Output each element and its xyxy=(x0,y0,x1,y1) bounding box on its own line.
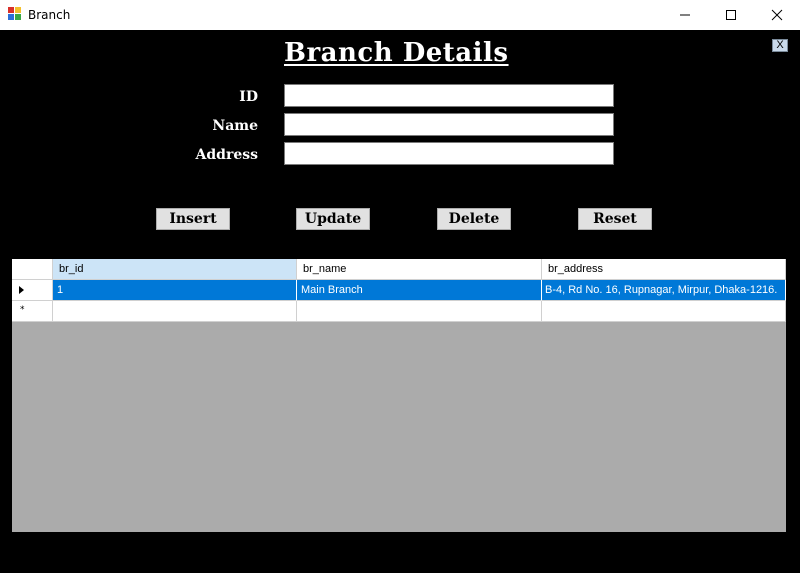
update-button[interactable]: Update xyxy=(296,208,370,230)
id-input[interactable] xyxy=(284,84,614,107)
branch-data-grid[interactable]: br_id br_name br_address 1 Main Branch B… xyxy=(12,259,786,532)
row-header[interactable] xyxy=(12,280,53,301)
minimize-button[interactable] xyxy=(662,0,708,30)
cell-br-name[interactable]: Main Branch xyxy=(297,280,542,301)
app-icon xyxy=(8,7,22,21)
new-row-header[interactable]: * xyxy=(12,301,53,322)
cell-br-address[interactable]: B-4, Rd No. 16, Rupnagar, Mirpur, Dhaka-… xyxy=(542,280,786,301)
address-input[interactable] xyxy=(284,142,614,165)
column-header-br-id[interactable]: br_id xyxy=(53,259,297,280)
insert-button[interactable]: Insert xyxy=(156,208,230,230)
delete-button[interactable]: Delete xyxy=(437,208,511,230)
current-row-arrow-icon xyxy=(19,286,24,294)
form-close-button[interactable]: X xyxy=(772,39,788,52)
column-header-br-name[interactable]: br_name xyxy=(297,259,542,280)
address-label: Address xyxy=(195,147,259,163)
new-row-asterisk-icon: * xyxy=(20,305,25,315)
minimize-icon xyxy=(680,14,690,16)
name-label: Name xyxy=(212,118,258,134)
new-cell-br-id[interactable] xyxy=(53,301,297,322)
name-input[interactable] xyxy=(284,113,614,136)
window-title: Branch xyxy=(28,8,71,22)
table-row[interactable]: 1 Main Branch B-4, Rd No. 16, Rupnagar, … xyxy=(12,280,786,301)
maximize-button[interactable] xyxy=(708,0,754,30)
column-header-br-address[interactable]: br_address xyxy=(542,259,786,280)
cell-br-id[interactable]: 1 xyxy=(53,280,297,301)
grid-corner-header[interactable] xyxy=(12,259,53,280)
grid-header-row: br_id br_name br_address xyxy=(12,259,786,280)
new-row[interactable]: * xyxy=(12,301,786,322)
new-cell-br-name[interactable] xyxy=(297,301,542,322)
page-title: Branch Details xyxy=(284,38,509,68)
id-label: ID xyxy=(239,89,258,105)
window-titlebar: Branch xyxy=(0,0,800,30)
new-cell-br-address[interactable] xyxy=(542,301,786,322)
reset-button[interactable]: Reset xyxy=(578,208,652,230)
maximize-icon xyxy=(726,10,736,20)
close-icon xyxy=(771,9,783,21)
close-button[interactable] xyxy=(754,0,800,30)
